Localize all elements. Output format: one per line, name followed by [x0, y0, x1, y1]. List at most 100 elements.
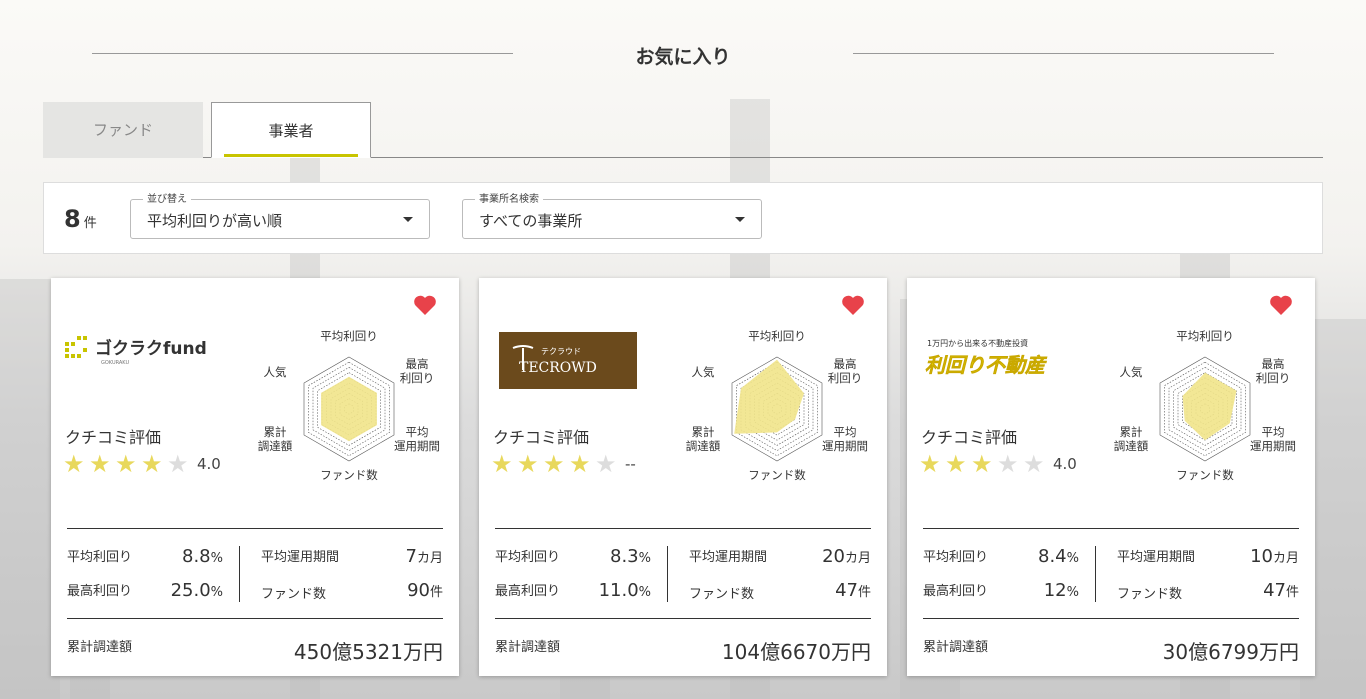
filter-bar: 8件 並び替え 平均利回りが高い順 事業所名検索 すべての事業所: [43, 182, 1323, 254]
avg-period-number: 20: [822, 546, 845, 567]
max-yield-label: 最高利回り: [495, 584, 561, 599]
avg-yield-value: 8.4%: [1017, 546, 1079, 567]
page-title: お気に入り: [635, 46, 731, 68]
star-icon: ★: [491, 450, 513, 478]
operator-logo: ゴクラクfund GOKURAKU: [65, 336, 207, 366]
radar-label-total-2: 調達額: [258, 439, 293, 453]
operator-logo: 1万円から出来る不動産投資 利回り不動産: [925, 338, 1048, 377]
max-yield-label: 最高利回り: [923, 584, 989, 599]
logo-subtext: テクラウド: [541, 347, 581, 356]
max-yield-unit: %: [638, 585, 651, 600]
avg-period-label: 平均運用期間: [261, 550, 340, 565]
total-raised-label: 累計調達額: [67, 640, 133, 655]
favorite-heart-icon[interactable]: [1269, 294, 1293, 316]
radar-fill: [321, 376, 377, 442]
max-yield-unit: %: [1066, 585, 1079, 600]
divider: [67, 528, 443, 529]
rating-score: 4.0: [1053, 455, 1077, 473]
avg-period-label: 平均運用期間: [689, 550, 768, 565]
operator-search-value: すべての事業所: [479, 212, 583, 230]
tab-active-indicator: [224, 154, 358, 157]
result-count: 8件: [64, 205, 97, 233]
avg-yield-value: 8.3%: [589, 546, 651, 567]
radar-label-avg-yield: 平均利回り: [320, 329, 378, 343]
fund-count-label: ファンド数: [261, 587, 327, 602]
logo-text: 利回り不動産: [925, 353, 1048, 377]
avg-period-value: 10カ月: [1207, 546, 1299, 567]
divider: [923, 528, 1299, 529]
total-raised-value: 104億6670万円: [721, 640, 871, 664]
operator-search-select[interactable]: 事業所名検索 すべての事業所: [462, 190, 762, 239]
max-yield-value: 11.0%: [589, 580, 651, 601]
radar-label-avg-period-2: 運用期間: [394, 439, 440, 453]
result-count-unit: 件: [83, 216, 97, 231]
divider: [495, 528, 871, 529]
operator-search-label: 事業所名検索: [475, 190, 543, 205]
avg-yield-unit: %: [1066, 551, 1079, 566]
divider: [67, 618, 443, 619]
sort-select-value: 平均利回りが高い順: [147, 212, 283, 230]
rating-score: --: [625, 455, 636, 473]
star-icon: ★: [919, 450, 941, 478]
divider: [923, 618, 1299, 619]
divider: [495, 618, 871, 619]
operator-card[interactable]: 1万円から出来る不動産投資 利回り不動産 平均利回り 最高 利回り 平均 運用期…: [907, 278, 1315, 676]
sort-select[interactable]: 並び替え 平均利回りが高い順: [130, 190, 430, 239]
page-header: お気に入り: [92, 40, 1274, 70]
total-raised-label: 累計調達額: [923, 640, 989, 655]
avg-yield-label: 平均利回り: [495, 550, 561, 565]
favorite-heart-icon[interactable]: [841, 294, 865, 316]
avg-period-unit: カ月: [416, 551, 443, 566]
fund-count-unit: 件: [857, 585, 871, 600]
total-raised-value: 30億6799万円: [1162, 640, 1299, 664]
radar-label-avg-yield: 平均利回り: [1176, 329, 1234, 343]
operator-card[interactable]: テクラウド TECROWD 平均利回り 最高 利回り 平均 運用期間 ファンド数…: [479, 278, 887, 676]
radar-label-avg-period: 平均: [834, 425, 857, 439]
avg-period-value: 20カ月: [779, 546, 871, 567]
divider: [667, 546, 668, 602]
radar-label-avg-period: 平均: [1262, 425, 1285, 439]
radar-label-max-yield-2: 利回り: [1256, 371, 1291, 385]
total-raised-label: 累計調達額: [495, 640, 561, 655]
max-yield-value: 12%: [1017, 580, 1079, 601]
radar-label-avg-yield: 平均利回り: [748, 329, 806, 343]
radar-label-popularity: 人気: [1120, 365, 1143, 379]
avg-period-unit: カ月: [1272, 551, 1299, 566]
logo-subtext: GOKURAKU: [101, 360, 129, 366]
radar-label-max-yield-2: 利回り: [400, 371, 435, 385]
max-yield-unit: %: [210, 585, 223, 600]
avg-period-number: 7: [405, 546, 417, 567]
max-yield-number: 11.0: [598, 580, 639, 601]
chevron-down-icon: [403, 217, 413, 222]
radar-label-avg-period-2: 運用期間: [822, 439, 868, 453]
star-icon: ★: [997, 450, 1019, 478]
radar-label-max-yield: 最高: [1262, 357, 1285, 371]
fund-count-value: 47件: [1207, 580, 1299, 601]
operator-card[interactable]: ゴクラクfund GOKURAKU 平均利回り 最高 利回り 平均 運用期間 フ…: [51, 278, 459, 676]
star-icon: ★: [595, 450, 617, 478]
radar-chart: 平均利回り 最高 利回り 平均 運用期間 ファンド数 累計 調達額 人気: [686, 329, 868, 482]
star-icon: ★: [517, 450, 539, 478]
operator-logo: テクラウド TECROWD: [499, 332, 637, 389]
total-raised-value: 450億5321万円: [293, 640, 443, 664]
fund-count-label: ファンド数: [1117, 587, 1183, 602]
tab-operator[interactable]: 事業者: [211, 102, 371, 158]
radar-label-total-2: 調達額: [686, 439, 721, 453]
avg-yield-unit: %: [638, 551, 651, 566]
star-icon: ★: [543, 450, 565, 478]
radar-label-popularity: 人気: [264, 365, 287, 379]
fund-count-unit: 件: [1285, 585, 1299, 600]
divider: [1095, 546, 1096, 602]
avg-yield-unit: %: [210, 551, 223, 566]
radar-chart: 平均利回り 最高 利回り 平均 運用期間 ファンド数 累計 調達額 人気: [1114, 329, 1296, 482]
favorite-heart-icon[interactable]: [413, 294, 437, 316]
radar-label-avg-period-2: 運用期間: [1250, 439, 1296, 453]
star-icon: ★: [89, 450, 111, 478]
radar-chart: 平均利回り 最高 利回り 平均 運用期間 ファンド数 累計 調達額 人気: [258, 329, 440, 482]
avg-yield-label: 平均利回り: [67, 550, 133, 565]
fund-count-value: 47件: [779, 580, 871, 601]
star-rating: ★ ★ ★ ★ ★ 4.0: [63, 450, 221, 478]
star-icon: ★: [971, 450, 993, 478]
divider: [853, 53, 1274, 54]
tab-fund[interactable]: ファンド: [43, 102, 203, 158]
